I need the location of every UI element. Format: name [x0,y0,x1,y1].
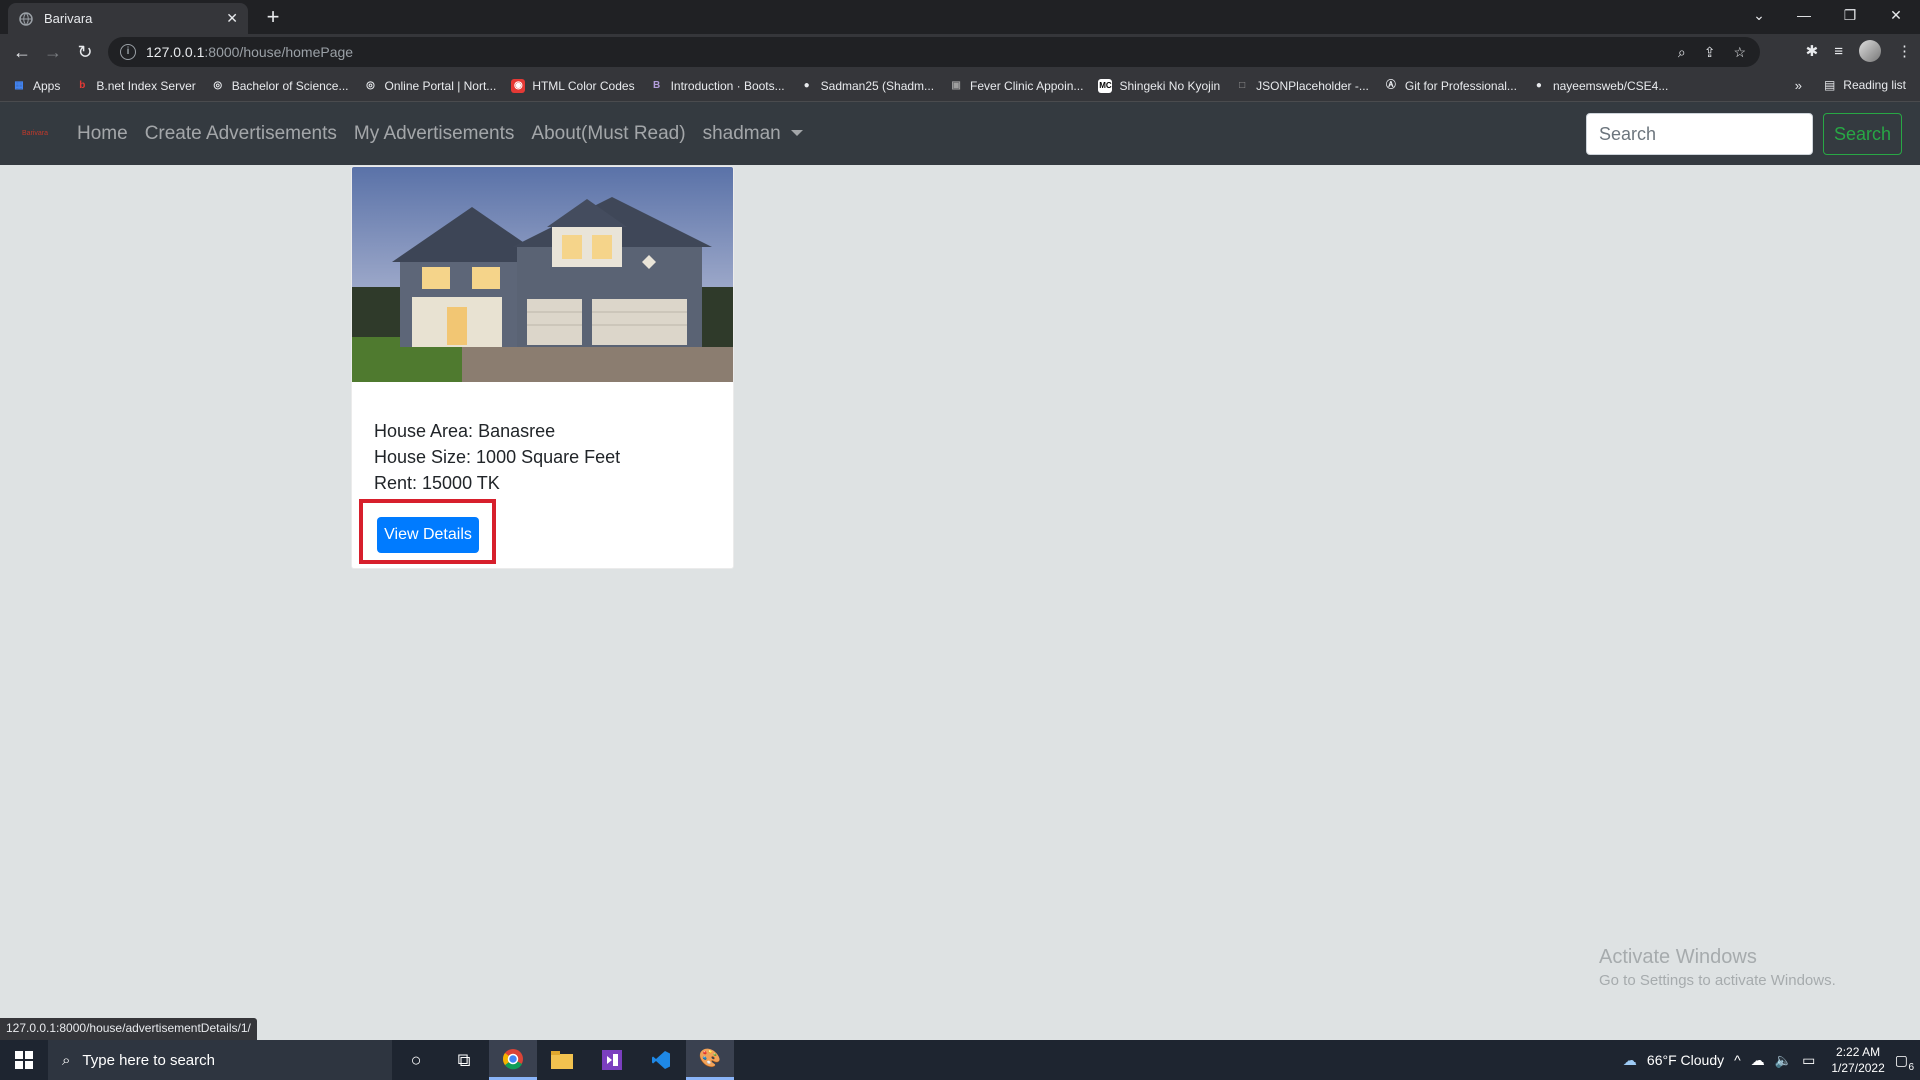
bookmark-item[interactable]: ▣ Fever Clinic Appoin... [949,79,1083,93]
close-window-button[interactable]: ✕ [1873,0,1919,30]
forward-arrow-icon[interactable]: → [41,40,65,64]
watermark-title: Activate Windows [1599,946,1757,968]
bookmark-item[interactable]: Ⓐ Git for Professional... [1384,79,1517,93]
onedrive-icon[interactable]: ☁ [1751,1052,1765,1069]
media-queue-icon[interactable]: ≡ [1834,43,1843,60]
system-tray: ☁ 66°F Cloudy ^ ☁ 🔈 ▭ 2:22 AM 1/27/2022 … [1623,1040,1920,1080]
user-name: shadman [702,122,781,144]
bootstrap-icon: B [652,79,661,91]
clock-date: 1/27/2022 [1831,1061,1885,1075]
address-bar[interactable]: i 127.0.0.1 :8000/house/homePage ⌕ ⇪ ☆ [108,37,1760,67]
file-explorer-icon[interactable] [538,1040,586,1080]
taskbar-search-placeholder: Type here to search [82,1051,215,1069]
minimize-button[interactable]: — [1781,0,1827,30]
globe-icon [18,11,34,27]
reload-icon[interactable]: ↻ [73,40,97,64]
globe-icon: ◎ [366,79,375,91]
brand-logo[interactable]: Barivara [20,124,50,144]
bookmark-item[interactable]: ● Sadman25 (Shadm... [800,79,934,93]
bookmark-item[interactable]: ◉ HTML Color Codes [511,78,635,93]
git-book-icon: Ⓐ [1385,79,1396,91]
more-bookmarks-chevron-icon[interactable]: » [1795,78,1802,93]
share-icon[interactable]: ⇪ [1704,44,1716,61]
paint-icon[interactable]: 🎨 [686,1040,734,1080]
taskbar-search[interactable]: ⌕ Type here to search [48,1040,392,1080]
github-icon: ● [803,79,810,91]
url-host: 127.0.0.1 [146,44,205,60]
activate-windows-watermark: Activate Windows Go to Settings to activ… [1599,946,1836,989]
bookmark-item[interactable]: B Introduction · Boots... [650,79,785,93]
bookmark-item[interactable]: b B.net Index Server [75,79,195,93]
back-arrow-icon[interactable]: ← [10,40,34,64]
view-details-button[interactable]: View Details [377,517,479,553]
bookmark-item[interactable]: □ JSONPlaceholder -... [1235,79,1369,93]
json-icon: □ [1239,79,1246,91]
browser-toolbar: ← → ↻ i 127.0.0.1 :8000/house/homePage ⌕… [0,34,1920,70]
new-tab-button[interactable]: + [260,4,286,30]
highlight-box: View Details [359,499,496,564]
house-photo [352,167,733,382]
clinic-icon: ▣ [951,79,961,91]
visual-studio-icon[interactable] [588,1040,636,1080]
reading-list-button[interactable]: ▤ Reading list [1824,78,1906,92]
url-path: :8000/house/homePage [204,44,354,60]
globe-icon: ◎ [213,79,223,91]
github-icon: ● [1535,79,1542,91]
chrome-icon[interactable] [489,1040,537,1080]
weather-text[interactable]: 66°F Cloudy [1647,1052,1724,1068]
volume-icon[interactable]: 🔈 [1775,1052,1792,1069]
advertisement-card: House Area: Banasree House Size: 1000 Sq… [351,166,734,569]
caret-down-icon [790,130,803,137]
bookmark-item[interactable]: ◎ Bachelor of Science... [211,79,348,93]
vscode-icon[interactable] [637,1040,685,1080]
reading-list-icon: ▤ [1823,78,1836,92]
site-info-icon[interactable]: i [120,44,136,60]
nav-my-advertisements[interactable]: My Advertisements [354,123,515,145]
tab-title: Barivara [44,11,93,26]
apps-grid-icon: ▦ [14,79,24,91]
search-icon: ⌕ [62,1051,71,1069]
bnet-icon: b [79,79,86,91]
status-url: 127.0.0.1:8000/house/advertisementDetail… [0,1018,257,1040]
bookmark-star-icon[interactable]: ☆ [1733,44,1746,61]
tab-search-icon[interactable]: ⌄ [1736,0,1782,30]
search-input[interactable] [1586,113,1813,155]
nav-home[interactable]: Home [77,123,128,145]
house-size: House Size: 1000 Square Feet [374,447,621,467]
house-area: House Area: Banasree [374,421,556,441]
bookmark-item[interactable]: ● nayeemsweb/CSE4... [1532,79,1668,93]
clock-time: 2:22 AM [1836,1045,1881,1059]
restore-button[interactable]: ❐ [1827,0,1873,30]
extensions-puzzle-icon[interactable]: ✱ [1806,42,1819,60]
bookmarks-bar: ▦ Apps b B.net Index Server ◎ Bachelor of S… [0,70,1920,102]
task-view-icon[interactable]: ⧉ [440,1040,488,1080]
nav-create-advertisements[interactable]: Create Advertisements [145,123,337,145]
zoom-icon[interactable]: ⌕ [1678,44,1686,61]
browser-tab[interactable]: Barivara ✕ [8,3,248,34]
notifications-icon[interactable]: ▢ 6 [1895,1052,1914,1073]
bookmark-item[interactable]: ◎ Online Portal | Nort... [363,79,496,93]
user-dropdown[interactable]: shadman [703,123,803,145]
notification-count: 6 [1908,1061,1914,1073]
search-button[interactable]: Search [1823,113,1902,155]
menu-kebab-icon[interactable]: ⋮ [1897,42,1912,60]
cloud-weather-icon[interactable]: ☁ [1623,1052,1637,1069]
windows-taskbar: ⌕ Type here to search ○ ⧉ 🎨 ☁ 66°F Cloud… [0,1040,1920,1080]
watermark-subtitle: Go to Settings to activate Windows. [1599,972,1836,989]
mc-icon: MC [1098,78,1113,93]
bookmark-apps[interactable]: ▦ Apps [12,79,60,93]
network-icon[interactable]: ▭ [1802,1052,1815,1069]
house-rent: Rent: 15000 TK [374,473,500,493]
profile-avatar[interactable] [1859,40,1881,62]
cortana-icon[interactable]: ○ [392,1040,440,1080]
site-navbar: Barivara Home Create Advertisements My A… [0,102,1920,165]
close-tab-icon[interactable]: ✕ [226,10,238,27]
browser-tabstrip: Barivara ✕ + ⌄ — ❐ ✕ [0,0,1920,34]
bookmark-item[interactable]: MC Shingeki No Kyojin [1098,78,1220,93]
clock[interactable]: 2:22 AM 1/27/2022 [1831,1044,1884,1076]
tray-chevron-icon[interactable]: ^ [1734,1052,1741,1068]
windows-start-icon[interactable] [0,1040,48,1080]
nav-about[interactable]: About(Must Read) [531,123,685,145]
color-codes-icon: ◉ [511,78,526,93]
